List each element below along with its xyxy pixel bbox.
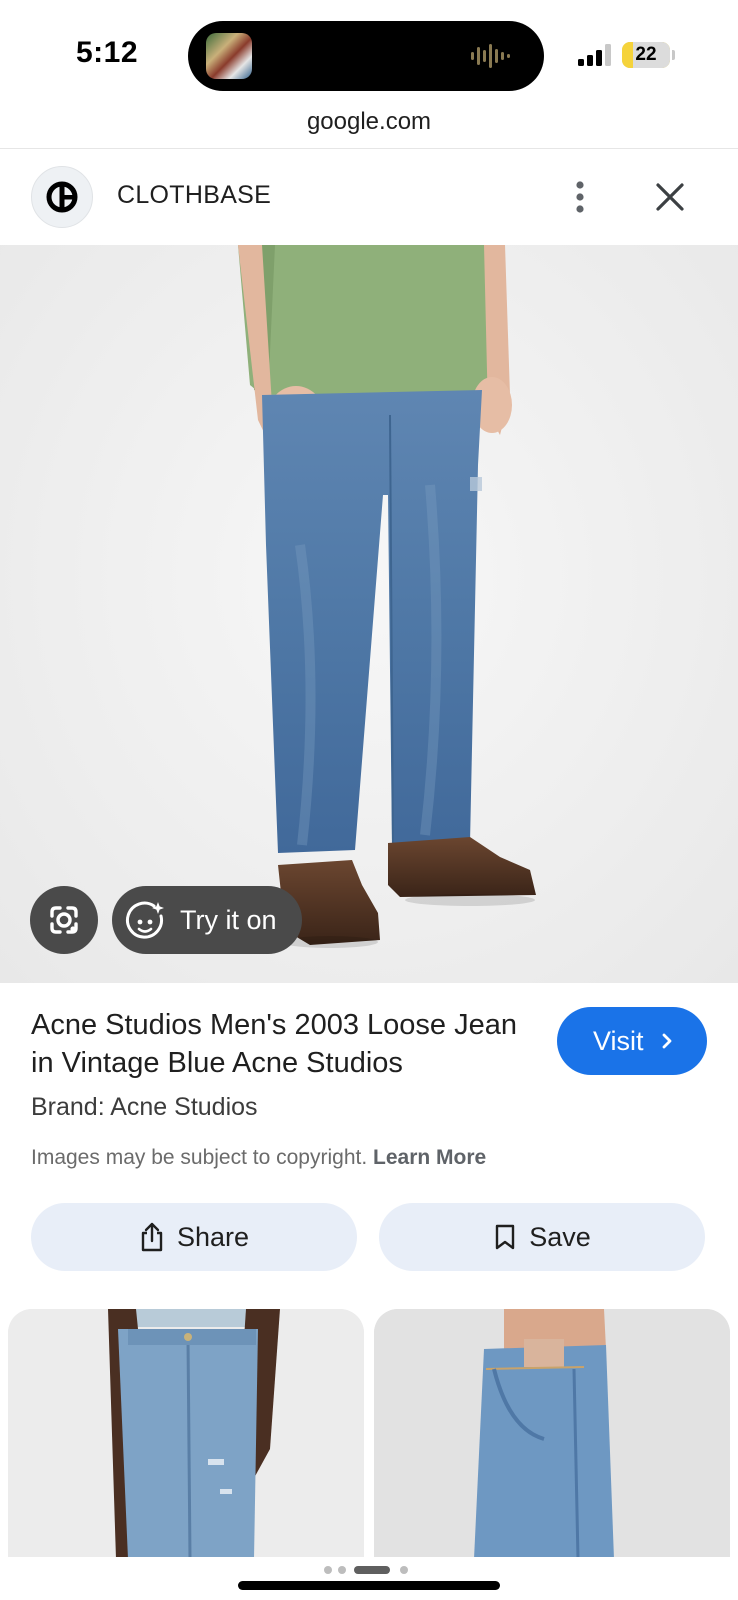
audio-waveform-icon [471, 44, 510, 68]
battery-level: 22 [635, 44, 657, 65]
related-image-photo [8, 1309, 364, 1559]
url-label[interactable]: google.com [0, 108, 738, 136]
site-name[interactable]: CLOTHBASE [117, 181, 271, 210]
close-icon[interactable] [650, 177, 690, 217]
product-brand: Brand: Acne Studios [31, 1093, 258, 1121]
site-logo[interactable] [31, 166, 93, 228]
battery-indicator: 22 [622, 42, 670, 68]
clothbase-logo-icon [46, 181, 78, 213]
share-button[interactable]: Share [31, 1203, 357, 1271]
try-it-on-label: Try it on [180, 905, 277, 935]
chevron-right-icon [662, 1033, 672, 1049]
try-it-on-button[interactable]: Try it on [112, 886, 302, 954]
home-indicator[interactable] [238, 1581, 500, 1590]
cellular-signal-icon [578, 44, 611, 66]
save-button[interactable]: Save [379, 1203, 705, 1271]
save-label: Save [529, 1221, 591, 1252]
site-header: CLOTHBASE [0, 149, 738, 245]
battery-cap [672, 50, 675, 60]
more-vert-icon[interactable] [560, 177, 600, 217]
share-icon [141, 1222, 163, 1252]
visit-button[interactable]: Visit [557, 1007, 707, 1075]
page-indicator [324, 1566, 408, 1574]
copyright-notice: Images may be subject to copyright. Lear… [31, 1146, 486, 1170]
status-bar: 5:12 22 google.com [0, 0, 738, 135]
related-image-card[interactable] [8, 1309, 364, 1559]
status-time: 5:12 [76, 36, 139, 69]
learn-more-link[interactable]: Learn More [373, 1146, 486, 1169]
share-label: Share [176, 1221, 250, 1252]
dynamic-island[interactable] [188, 21, 544, 91]
bottom-bar [0, 1557, 738, 1600]
now-playing-artwork [206, 33, 252, 79]
visit-label: Visit [593, 1026, 644, 1056]
google-lens-button[interactable] [30, 886, 98, 954]
sparkle-face-icon [126, 901, 164, 939]
save-button-content: Save [379, 1203, 705, 1271]
product-image[interactable] [0, 245, 738, 983]
product-title[interactable]: Acne Studios Men's 2003 Loose Jean in Vi… [31, 1006, 531, 1082]
share-button-content: Share [31, 1203, 357, 1271]
related-image-photo [374, 1309, 730, 1559]
product-photo [238, 245, 536, 948]
related-image-card[interactable] [374, 1309, 730, 1559]
copyright-text: Images may be subject to copyright. [31, 1146, 368, 1169]
bookmark-icon [496, 1224, 515, 1250]
google-lens-icon [50, 906, 78, 934]
